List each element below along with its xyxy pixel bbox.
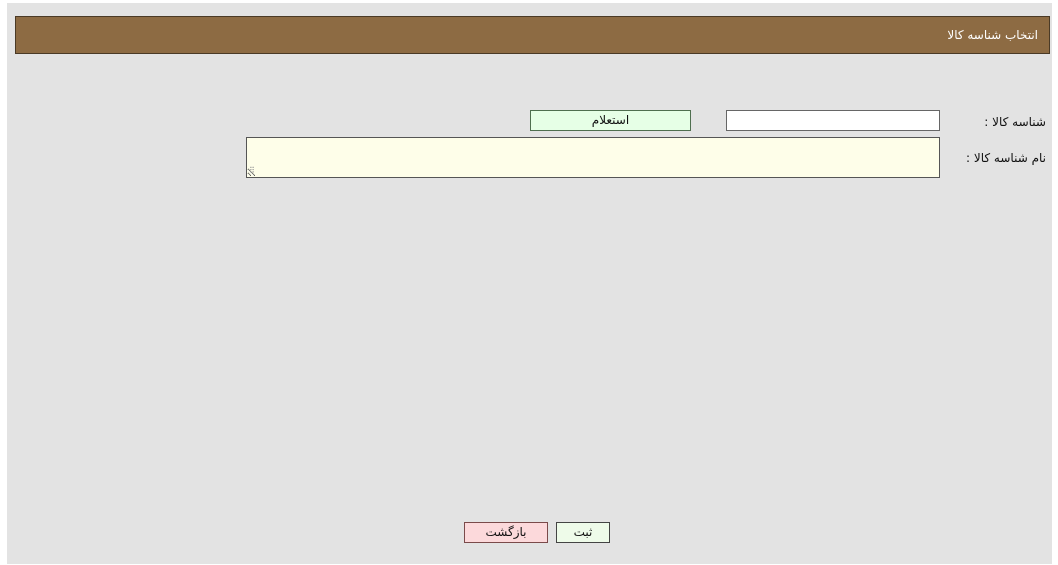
item-name-textarea[interactable] bbox=[246, 137, 940, 178]
save-button[interactable]: ثبت bbox=[556, 522, 610, 543]
item-name-label: نام شناسه کالا : bbox=[966, 151, 1046, 165]
inquiry-button[interactable]: استعلام bbox=[530, 110, 691, 131]
page-frame bbox=[7, 3, 1052, 564]
item-code-label: شناسه کالا : bbox=[984, 115, 1046, 129]
title-bar: انتخاب شناسه کالا bbox=[15, 16, 1050, 54]
page-title: انتخاب شناسه کالا bbox=[947, 28, 1038, 42]
back-button[interactable]: بازگشت bbox=[464, 522, 548, 543]
item-code-input[interactable] bbox=[726, 110, 940, 131]
